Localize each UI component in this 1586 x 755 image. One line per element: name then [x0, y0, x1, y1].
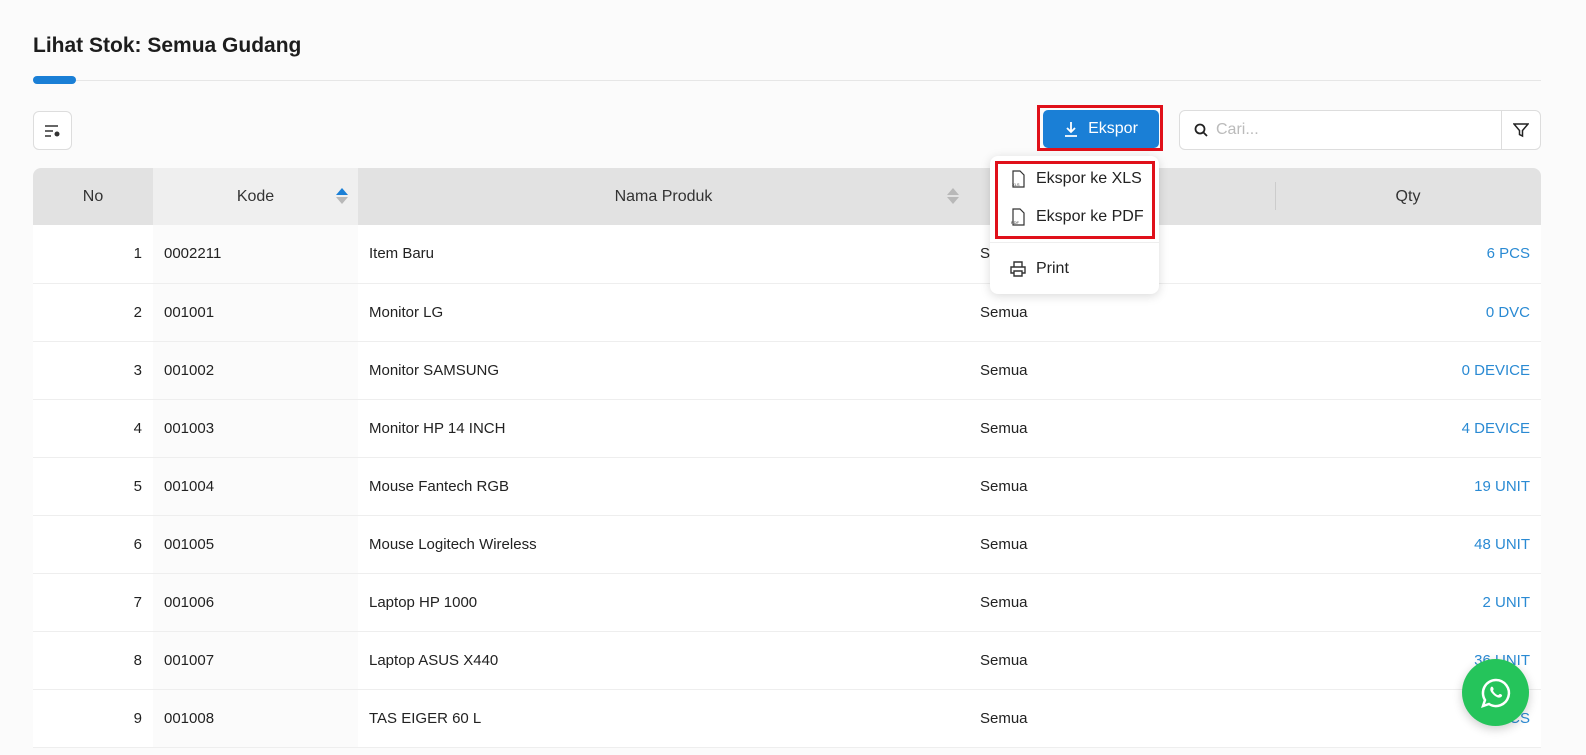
row-kode: 001004 — [153, 457, 358, 516]
column-settings-button[interactable] — [33, 111, 72, 150]
table-row: 3 001002 Monitor SAMSUNG Semua 0 DEVICE — [33, 341, 1541, 400]
stock-table: No Kode Nama Produk Qty 1 0002211 Item Bar… — [33, 168, 1541, 748]
table-row: 10002211Item BaruSemua6 PCS — [33, 225, 1541, 284]
header-qty: Qty — [1275, 168, 1541, 225]
row-kode: 001008 — [153, 689, 358, 748]
row-kode: 001006 — [153, 573, 358, 632]
row-kode: 001007 — [153, 631, 358, 690]
row-no: 2 — [33, 283, 153, 342]
row-no: 3 — [33, 341, 153, 400]
row-kode: 001001 — [153, 283, 358, 342]
row-gudang: Semua — [969, 689, 1275, 748]
menu-divider — [990, 242, 1159, 243]
row-nama-produk: Laptop ASUS X440 — [358, 631, 969, 690]
row-nama-produk: Laptop HP 1000 — [358, 573, 969, 632]
export-label: Ekspor — [1088, 120, 1138, 137]
row-nama-produk: TAS EIGER 60 L — [358, 689, 969, 748]
whatsapp-button[interactable] — [1462, 659, 1529, 726]
sort-icon[interactable] — [336, 188, 348, 204]
export-options-highlight — [995, 161, 1155, 239]
table-row: 4 001003 Monitor HP 14 INCH Semua 4 DEVICE — [33, 399, 1541, 458]
row-gudang: Semua — [969, 341, 1275, 400]
header-kode[interactable]: Kode — [153, 168, 358, 225]
row-no: 5 — [33, 457, 153, 516]
filter-button[interactable] — [1501, 110, 1541, 150]
row-kode: 0002211 — [153, 225, 358, 284]
row-no: 4 — [33, 399, 153, 458]
page-title: Lihat Stok: Semua Gudang — [33, 34, 302, 57]
row-no: 1 — [33, 225, 153, 284]
export-button[interactable]: Ekspor — [1043, 110, 1159, 148]
sort-icon[interactable] — [947, 188, 959, 204]
table-row: 7 001006 Laptop HP 1000 Semua 2 UNIT — [33, 573, 1541, 632]
row-no: 8 — [33, 631, 153, 690]
row-kode: 001003 — [153, 399, 358, 458]
header-nama-label: Nama Produk — [614, 187, 713, 205]
title-divider — [33, 80, 1541, 81]
row-gudang: Semua — [969, 457, 1275, 516]
whatsapp-icon — [1480, 678, 1510, 708]
header-qty-label: Qty — [1395, 187, 1421, 205]
header-nama-produk[interactable]: Nama Produk — [358, 168, 969, 225]
menu-item-label: Print — [1036, 260, 1069, 277]
row-no: 7 — [33, 573, 153, 632]
filter-icon — [1513, 123, 1529, 138]
download-icon — [1065, 122, 1078, 137]
table-row: 6 001005 Mouse Logitech Wireless Semua 48 UN… — [33, 515, 1541, 574]
row-gudang: Semua — [969, 573, 1275, 632]
header-kode-label: Kode — [236, 187, 275, 205]
row-nama-produk: Mouse Logitech Wireless — [358, 515, 969, 574]
row-qty[interactable]: 19 UNIT — [1275, 457, 1541, 516]
row-nama-produk: Monitor SAMSUNG — [358, 341, 969, 400]
menu-item-print[interactable]: Print — [1010, 260, 1069, 278]
row-qty[interactable]: 0 DEVICE — [1275, 341, 1541, 400]
table-row: 2 001001 Monitor LG Semua 0 DVC — [33, 283, 1541, 342]
title-accent-bar — [33, 76, 76, 84]
column-settings-icon — [44, 124, 59, 137]
row-gudang: Semua — [969, 399, 1275, 458]
search-box[interactable] — [1179, 110, 1502, 150]
search-icon — [1194, 123, 1208, 137]
row-nama-produk: Mouse Fantech RGB — [358, 457, 969, 516]
row-qty[interactable]: 0 DVC — [1275, 283, 1541, 342]
row-qty[interactable]: 48 UNIT — [1275, 515, 1541, 574]
row-qty[interactable]: 2 UNIT — [1275, 573, 1541, 632]
row-no: 6 — [33, 515, 153, 574]
row-nama-produk: Monitor LG — [358, 283, 969, 342]
table-row: 9001008TAS EIGER 60 LSemuaPCS — [33, 689, 1541, 748]
row-kode: 001002 — [153, 341, 358, 400]
row-qty[interactable]: 6 PCS — [1275, 225, 1541, 284]
row-gudang: Semua — [969, 631, 1275, 690]
row-qty[interactable]: 4 DEVICE — [1275, 399, 1541, 458]
row-gudang: Semua — [969, 515, 1275, 574]
header-no: No — [33, 168, 153, 225]
printer-icon — [1010, 261, 1026, 277]
row-nama-produk: Item Baru — [358, 225, 969, 284]
row-kode: 001005 — [153, 515, 358, 574]
row-no: 9 — [33, 689, 153, 748]
search-input[interactable] — [1216, 121, 1486, 139]
table-row: 8001007Laptop ASUS X440Semua36 UNIT — [33, 631, 1541, 690]
row-nama-produk: Monitor HP 14 INCH — [358, 399, 969, 458]
table-row: 5 001004 Mouse Fantech RGB Semua 19 UNIT — [33, 457, 1541, 516]
